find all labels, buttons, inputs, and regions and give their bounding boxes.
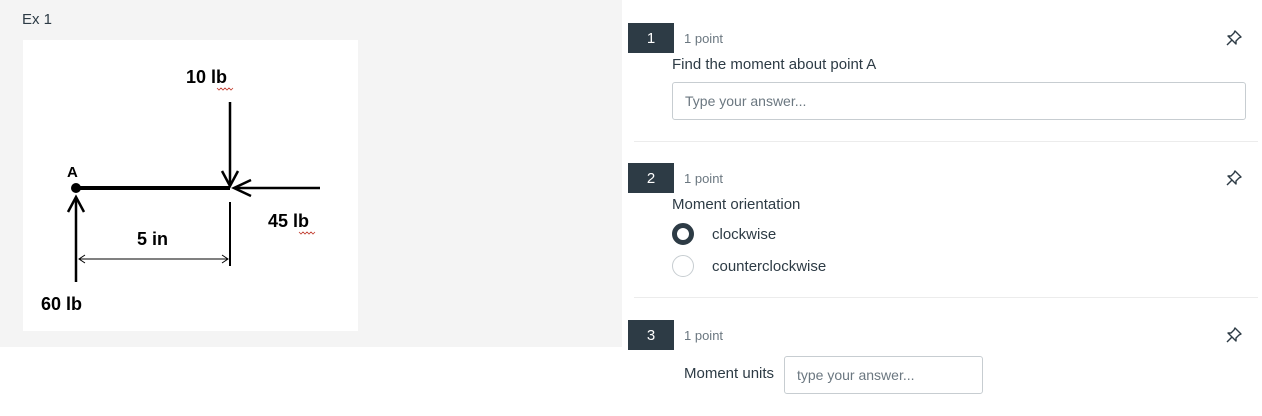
force-right-label: 45 lb <box>268 211 309 231</box>
question-points: 1 point <box>684 31 724 46</box>
question-number: 1 <box>628 23 674 53</box>
spellcheck-squiggle <box>216 87 234 91</box>
question-3: 3 1 point Moment units <box>628 320 1258 400</box>
radio-clockwise-selected[interactable] <box>672 223 694 245</box>
option-label: counterclockwise <box>712 257 827 275</box>
units-label: Moment units <box>684 365 775 382</box>
option-label: clockwise <box>712 225 777 243</box>
force-diagram: A 10 lb 45 lb 60 lb 5 in <box>23 40 358 331</box>
pin-icon[interactable] <box>1224 168 1244 188</box>
pin-icon[interactable] <box>1224 28 1244 48</box>
force-bottom-label: 60 lb <box>41 294 82 314</box>
option-counterclockwise[interactable]: counterclockwise <box>672 254 826 278</box>
question-number: 2 <box>628 163 674 193</box>
force-diagram-svg: A 10 lb 45 lb 60 lb 5 in <box>41 67 320 314</box>
question-text: Find the moment about point A <box>672 56 877 73</box>
question-1: 1 1 point Find the moment about point A <box>628 23 1258 123</box>
distance-label: 5 in <box>137 229 168 249</box>
point-a-label: A <box>67 164 78 181</box>
question-points: 1 point <box>684 328 724 343</box>
answer-input[interactable] <box>672 82 1246 120</box>
question-2: 2 1 point Moment orientation clockwise c… <box>628 163 1258 283</box>
radio-counterclockwise[interactable] <box>672 255 694 277</box>
question-points: 1 point <box>684 171 724 186</box>
spellcheck-squiggle <box>298 231 316 235</box>
question-divider <box>634 141 1258 142</box>
point-a-dot <box>71 183 81 193</box>
question-divider <box>634 297 1258 298</box>
pin-icon[interactable] <box>1224 325 1244 345</box>
force-top-label: 10 lb <box>186 67 227 87</box>
example-title: Ex 1 <box>22 11 53 28</box>
question-number: 3 <box>628 320 674 350</box>
example-panel: Ex 1 A 10 lb 45 lb 60 lb 5 in <box>0 0 622 347</box>
option-clockwise[interactable]: clockwise <box>672 222 776 246</box>
question-text: Moment orientation <box>672 196 801 213</box>
units-input[interactable] <box>784 356 983 394</box>
